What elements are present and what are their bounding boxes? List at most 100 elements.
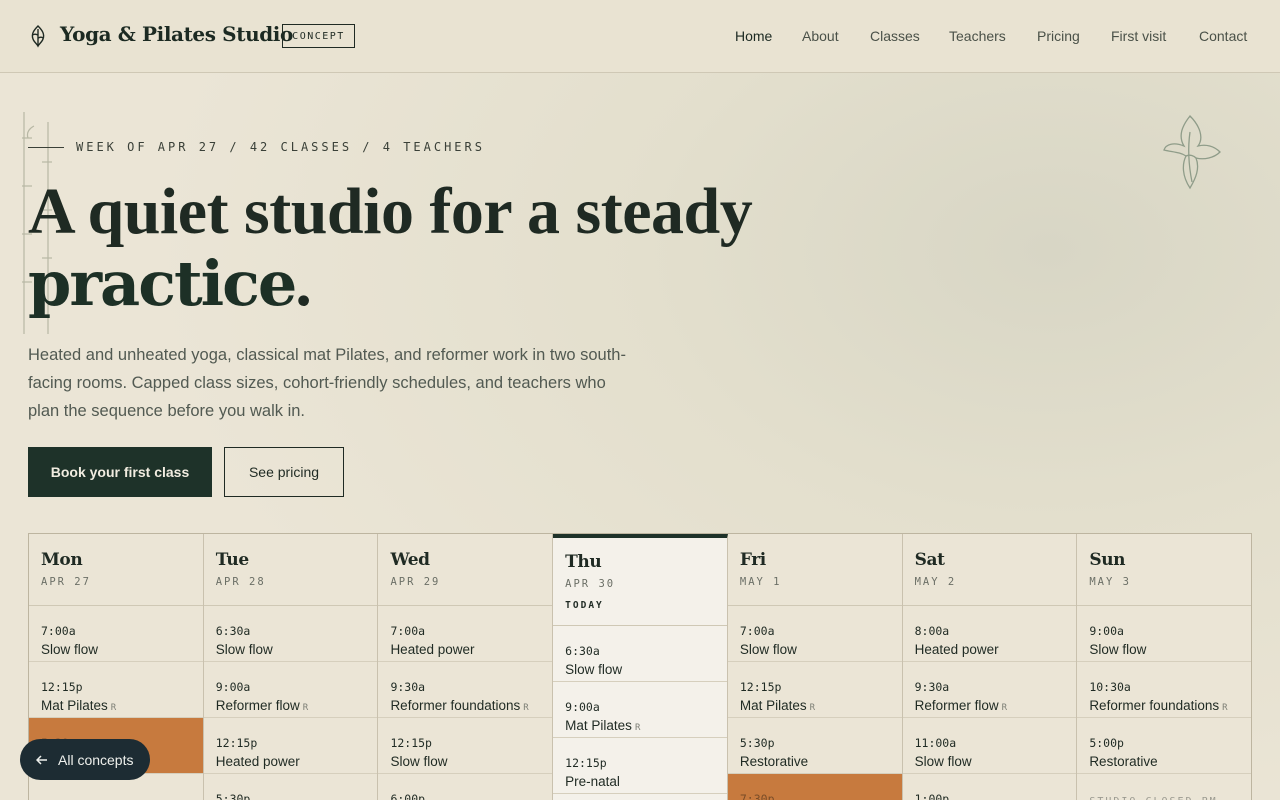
class-slot[interactable]: 12:15p Mat Pilates R	[29, 662, 203, 718]
all-concepts-button[interactable]: All concepts	[20, 739, 150, 780]
class-time: 11:00a	[914, 736, 957, 750]
class-time: 5:30p	[739, 736, 775, 750]
class-slot[interactable]: 5:00p Restorative	[1077, 718, 1252, 774]
class-slot[interactable]: 5:30p	[204, 774, 378, 800]
nav-about[interactable]: About	[802, 28, 839, 44]
class-time: 6:30a	[215, 624, 251, 638]
class-name-text: Reformer flow	[215, 698, 300, 713]
nav-teachers[interactable]: Teachers	[949, 28, 1006, 44]
weekly-schedule: Mon APR 27 7:00a Slow flow 12:15p Mat Pilates…	[28, 533, 1252, 800]
site-header: Yoga & Pilates Studio CONCEPT Home About…	[0, 0, 1280, 73]
class-time: 6:00p	[390, 792, 426, 800]
day-header: Fri MAY 1	[727, 534, 902, 606]
book-first-class-button[interactable]: Book your first class	[28, 447, 212, 497]
today-tag: TODAY	[565, 600, 604, 611]
class-name-text: Heated power	[215, 754, 300, 769]
class-slot[interactable]: 9:30a Reformer flow R	[902, 662, 1077, 718]
day-name: Fri	[739, 550, 766, 570]
day-header: Mon APR 27	[29, 534, 203, 606]
class-slot[interactable]: STUDIO CLOSED PM	[1077, 774, 1251, 800]
class-name-text: Slow flow	[914, 754, 972, 769]
class-name-text: Mat Pilates	[565, 718, 632, 733]
class-slot[interactable]: 9:30a Reformer foundations R	[378, 662, 553, 718]
eyebrow-rule	[28, 147, 64, 148]
class-name: Reformer flow R	[915, 698, 1065, 713]
class-slot[interactable]: 7:00a Slow flow	[727, 606, 902, 662]
class-name: Heated power	[915, 642, 1065, 657]
class-time: 9:30a	[390, 680, 426, 694]
nav-pricing[interactable]: Pricing	[1037, 28, 1080, 44]
class-slot[interactable]: 5:30p Restorative	[727, 718, 902, 774]
day-header: Tue APR 28	[203, 534, 378, 606]
day-name: Sun	[1089, 550, 1126, 570]
reformer-marker: R	[1222, 703, 1228, 713]
hero-eyebrow: WEEK OF APR 27 / 42 CLASSES / 4 TEACHERS	[76, 140, 485, 154]
class-slot[interactable]: 12:15p Mat Pilates R	[727, 662, 902, 718]
day-header: Thu APR 30 TODAY	[553, 538, 727, 626]
class-slot[interactable]: 7:00a Heated power	[378, 606, 553, 662]
class-name: Reformer foundations R	[390, 698, 540, 713]
class-slot[interactable]: 7:30p	[727, 774, 902, 800]
class-slot[interactable]: 9:00a Mat Pilates R	[553, 682, 727, 738]
class-name: Slow flow	[1089, 642, 1239, 657]
day-column-tue: Tue APR 28 6:30a Slow flow 9:00a Reformer flo…	[203, 534, 379, 800]
class-name-text: Slow flow	[1089, 642, 1147, 657]
day-date: APR 29	[390, 576, 441, 588]
reformer-marker: R	[302, 703, 309, 713]
class-slot[interactable]: 6:00p	[378, 774, 552, 800]
class-slot[interactable]: 10:30a Reformer foundations R	[1077, 662, 1252, 718]
day-header: Sat MAY 2	[902, 534, 1077, 606]
day-column-wed: Wed APR 29 7:00a Heated power 9:30a Reformer …	[378, 534, 554, 800]
main-nav: Home About Classes Teachers Pricing Firs…	[0, 28, 1280, 48]
class-name: Pre-natal	[565, 774, 715, 789]
class-slot[interactable]: 7:00a Slow flow	[29, 606, 203, 662]
class-name-text: Reformer foundations	[390, 698, 521, 713]
class-slot[interactable]: 12:15p Slow flow	[378, 718, 553, 774]
nav-classes[interactable]: Classes	[870, 28, 920, 44]
class-name-text: Slow flow	[390, 754, 448, 769]
day-column-sun: Sun MAY 3 9:00a Slow flow 10:30a Reformer fou…	[1077, 534, 1252, 800]
class-slot[interactable]: 1:00p	[903, 774, 1077, 800]
class-slot[interactable]: 8:00a Heated power	[902, 606, 1077, 662]
day-header: Sun MAY 3	[1077, 534, 1252, 606]
class-slot[interactable]: 9:00a Reformer flow R	[203, 662, 378, 718]
class-slot[interactable]: 12:15p Heated power	[203, 718, 378, 774]
class-slot[interactable]: 6:30a Slow flow	[553, 626, 727, 682]
day-column-thu: Thu APR 30 TODAY 6:30a Slow flow 9:00a Mat Pil…	[553, 534, 728, 800]
nav-home[interactable]: Home	[735, 28, 772, 44]
headline-line-1: A quiet studio for a steady	[28, 175, 753, 248]
class-time: 9:00a	[215, 680, 251, 694]
nav-first-visit[interactable]: First visit	[1111, 28, 1166, 44]
all-concepts-label: All concepts	[58, 751, 134, 768]
class-name: Restorative	[740, 754, 890, 769]
class-slot[interactable]: 9:00a Slow flow	[1077, 606, 1252, 662]
class-time: 10:30a	[1089, 680, 1131, 694]
day-column-fri: Fri MAY 1 7:00a Slow flow 12:15p Mat Pilates R…	[727, 534, 903, 800]
class-slot[interactable]: 11:00a Slow flow	[902, 718, 1077, 774]
class-time: 5:00p	[1089, 736, 1124, 750]
class-name: Reformer flow R	[216, 698, 366, 713]
class-slot[interactable]: 12:15p Pre-natal	[553, 738, 727, 794]
class-time: 9:00a	[1089, 624, 1124, 638]
day-date: APR 27	[41, 576, 91, 588]
day-column-sat: Sat MAY 2 8:00a Heated power 9:30a Reformer f…	[902, 534, 1078, 800]
headline-period: .	[295, 247, 312, 320]
class-time: 7:00a	[390, 624, 426, 638]
see-pricing-button[interactable]: See pricing	[224, 447, 344, 497]
day-name: Sat	[914, 550, 945, 570]
class-time: 9:00a	[565, 700, 600, 714]
class-name-text: Mat Pilates	[41, 698, 108, 713]
class-name: Restorative	[1089, 754, 1239, 769]
day-header: Wed APR 29	[378, 534, 553, 606]
class-name-text: STUDIO CLOSED PM	[1089, 796, 1217, 800]
day-date: APR 28	[215, 576, 266, 588]
class-name: Heated power	[216, 754, 366, 769]
day-name: Tue	[215, 550, 249, 570]
nav-contact[interactable]: Contact	[1199, 28, 1247, 44]
headline-emphasis: practice	[28, 247, 297, 320]
class-slot[interactable]: 6:30a Slow flow	[203, 606, 378, 662]
arrow-left-icon	[36, 754, 47, 765]
class-name-text: Reformer flow	[914, 698, 999, 713]
day-date: MAY 2	[914, 576, 957, 588]
class-name-text: Restorative	[1089, 754, 1158, 769]
